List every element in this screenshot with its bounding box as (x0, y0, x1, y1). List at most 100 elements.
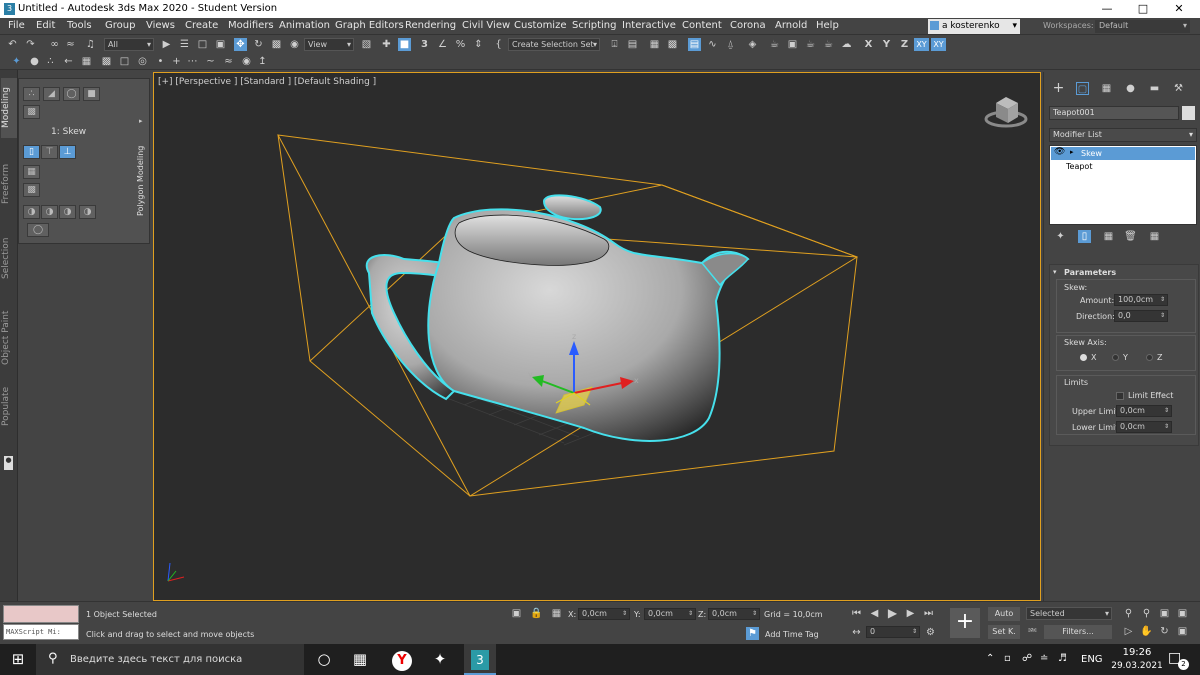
tab-selection[interactable]: Selection (1, 228, 17, 288)
object-color-swatch[interactable] (1182, 106, 1195, 120)
render-iterative-icon[interactable]: ☕ (822, 38, 835, 51)
play-icon[interactable]: ▶ (886, 607, 899, 620)
set-key-button[interactable]: Set K. (988, 625, 1020, 639)
constrain-xy-cycle[interactable]: XY (931, 38, 946, 51)
quickslice-icon[interactable]: ◑ (23, 205, 40, 219)
menu-help[interactable]: Help (816, 20, 839, 31)
scene-explorer-icon[interactable]: ▦ (648, 38, 661, 51)
lock-selection-icon[interactable]: 🔒 (530, 607, 543, 620)
edit-named-selection-icon[interactable]: { (492, 38, 505, 51)
axis-y-radio[interactable] (1112, 354, 1119, 361)
spinner-snap-icon[interactable]: ⇕ (472, 38, 485, 51)
show-end-result-icon[interactable]: ▯ (1078, 230, 1091, 243)
spinner-arrows-icon[interactable]: ⇕ (752, 609, 757, 619)
object-name-field[interactable]: Teapot001 (1049, 106, 1179, 120)
filters-button[interactable]: Filters... (1044, 625, 1112, 639)
key-filter-dropdown[interactable]: Selected ▾ (1026, 607, 1112, 620)
unlink-icon[interactable]: ≈ (64, 38, 77, 51)
go-to-start-icon[interactable]: ⏮ (850, 607, 863, 620)
sparkle-app-icon[interactable]: ✦ (424, 644, 456, 675)
zoom-icon[interactable]: ⚲ (1122, 607, 1135, 620)
upper-limit-spinner[interactable]: 0,0cm ⇕ (1116, 405, 1172, 417)
angle-snap-icon[interactable]: ∠ (436, 38, 449, 51)
remove-modifier-icon[interactable]: 🗑 (1124, 230, 1137, 243)
keyboard-shortcut-override-icon[interactable]: ■ (398, 38, 411, 51)
spinner-arrows-icon[interactable]: ⇕ (622, 609, 627, 619)
maxscript-input[interactable]: MAXScript Mi: (3, 624, 79, 640)
menu-arnold[interactable]: Arnold (775, 20, 807, 31)
menu-rendering[interactable]: Rendering (405, 20, 456, 31)
select-by-name-icon[interactable]: ☰ (178, 38, 191, 51)
polygon-icon[interactable]: ■ (83, 87, 100, 101)
schematic-view-icon[interactable]: ⍙ (724, 38, 737, 51)
ribbon-expand-icon[interactable]: ● (4, 456, 13, 470)
align-icon[interactable]: ▤ (626, 38, 639, 51)
utilities-tab-icon[interactable]: ⚒ (1172, 82, 1185, 95)
named-selection-sets-dropdown[interactable]: Create Selection Set ▾ (508, 38, 600, 51)
redo-icon[interactable]: ↷ (24, 38, 37, 51)
maximize-viewport-icon[interactable]: ▣ (1176, 625, 1189, 638)
toggle-ribbon-icon[interactable]: ▤ (688, 38, 701, 51)
preserve-uvs-icon[interactable]: ▦ (23, 165, 40, 179)
previous-modifier-icon[interactable]: ⊥ (59, 145, 76, 159)
edge-icon[interactable]: ◢ (43, 87, 60, 101)
axis-z-radio[interactable] (1146, 354, 1153, 361)
tray-time[interactable]: 19:26 (1117, 647, 1157, 658)
isolate-selection-icon[interactable]: ▣ (510, 607, 523, 620)
menu-group[interactable]: Group (105, 20, 135, 31)
spinner-arrows-icon[interactable]: ⇕ (1160, 295, 1165, 305)
hierarchy-tab-icon[interactable]: ▦ (1100, 82, 1113, 95)
make-unique-icon[interactable]: ▦ (1102, 230, 1115, 243)
expand-arrow-icon[interactable]: ▸ (1070, 148, 1074, 156)
modify-tab-icon[interactable]: ▢ (1076, 82, 1089, 95)
menu-views[interactable]: Views (146, 20, 175, 31)
manipulate-icon[interactable]: ✚ (380, 38, 393, 51)
ring-icon[interactable]: ◎ (136, 55, 149, 68)
user-account[interactable]: a kosterenko ▾ (928, 19, 1020, 34)
menu-edit[interactable]: Edit (36, 20, 55, 31)
select-and-scale-icon[interactable]: ▩ (270, 38, 283, 51)
cut-icon[interactable]: ◑ (59, 205, 76, 219)
limit-effect-checkbox[interactable] (1116, 392, 1124, 400)
motion-tab-icon[interactable]: ● (1124, 82, 1137, 95)
eye-icon[interactable]: 👁 (1054, 147, 1065, 157)
eye-icon[interactable]: ◉ (240, 55, 253, 68)
key-filters-icon[interactable]: ⎃ (1026, 626, 1039, 639)
taskbar-search[interactable]: ⚲ Введите здесь текст для поиска (36, 644, 304, 675)
collapse-icon[interactable]: ◯ (27, 223, 49, 237)
constrain-x[interactable]: X (862, 38, 875, 51)
menu-customize[interactable]: Customize (514, 20, 567, 31)
lower-limit-spinner[interactable]: 0,0cm ⇕ (1116, 421, 1172, 433)
render-setup-icon[interactable]: ☕ (768, 38, 781, 51)
current-frame-field[interactable]: 0 ⇕ (866, 626, 920, 638)
wave-icon[interactable]: ~ (204, 55, 217, 68)
tray-volume-icon[interactable]: ♬ (1058, 653, 1067, 664)
menu-modifiers[interactable]: Modifiers (228, 20, 274, 31)
plus-icon[interactable]: + (170, 55, 183, 68)
menu-corona[interactable]: Corona (730, 20, 766, 31)
spinner-arrows-icon[interactable]: ⇕ (912, 627, 917, 637)
tab-freeform[interactable]: Freeform (1, 154, 17, 214)
select-and-rotate-icon[interactable]: ↻ (252, 38, 265, 51)
dot-icon[interactable]: ● (28, 55, 41, 68)
paint-connect-icon[interactable]: ◑ (79, 205, 96, 219)
render-in-cloud-icon[interactable]: ☁ (840, 38, 853, 51)
constrain-xy[interactable]: XY (914, 38, 929, 51)
undo-icon[interactable]: ↶ (6, 38, 19, 51)
menu-content[interactable]: Content (682, 20, 722, 31)
direction-spinner[interactable]: 0,0 ⇕ (1114, 310, 1168, 322)
time-configuration-icon[interactable]: ⚙ (924, 626, 937, 639)
mirror-icon[interactable]: ⍗ (608, 38, 621, 51)
panel-label[interactable]: Polygon Modeling (136, 119, 149, 243)
menu-scripting[interactable]: Scripting (572, 20, 616, 31)
display-tab-icon[interactable]: ▬ (1148, 82, 1161, 95)
zoom-extents-all-icon[interactable]: ▣ (1176, 607, 1189, 620)
tab-object-paint[interactable]: Object Paint (1, 298, 17, 378)
stack-item-skew[interactable]: 👁 ▸ Skew (1051, 147, 1195, 160)
tab-modeling[interactable]: Modeling (1, 78, 17, 138)
snaps-toggle-icon[interactable]: 3 (418, 38, 431, 51)
material-editor-icon[interactable]: ◈ (746, 38, 759, 51)
y-coord-field[interactable]: 0,0cm ⇕ (644, 608, 696, 620)
next-modifier-icon[interactable]: ⊤ (41, 145, 58, 159)
create-tab-icon[interactable]: + (1052, 81, 1065, 95)
